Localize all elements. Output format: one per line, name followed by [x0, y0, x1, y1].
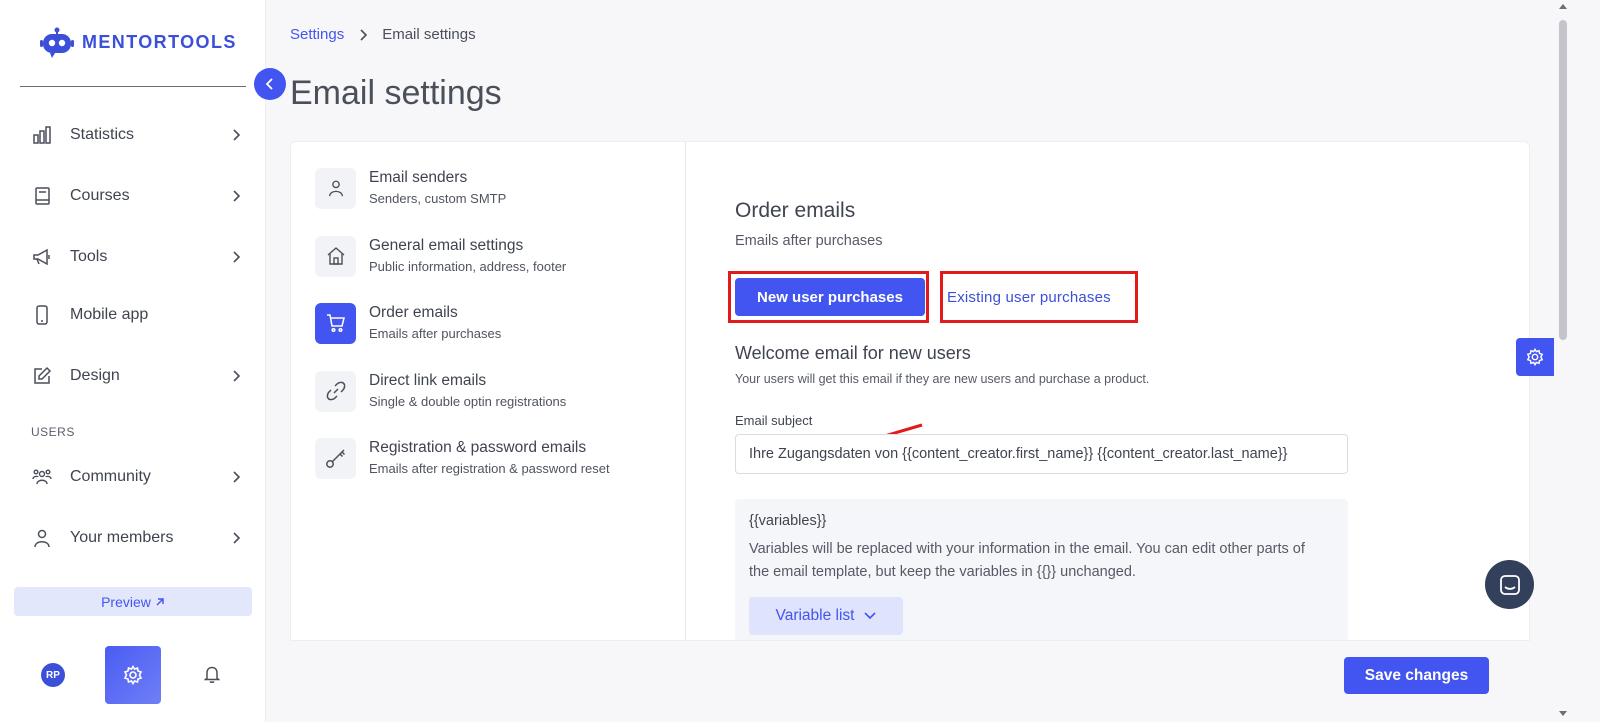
gear-icon	[1526, 348, 1544, 366]
chevron-right-icon	[226, 471, 246, 483]
bar-chart-icon	[20, 125, 64, 145]
chat-widget-button[interactable]	[1485, 560, 1534, 609]
variables-box: {{variables}} Variables will be replaced…	[735, 499, 1348, 640]
book-icon	[20, 186, 64, 206]
sidebar: MENTORTOOLS Statistics Courses Tools Mob…	[0, 0, 266, 722]
sidebar-item-your-members[interactable]: Your members	[20, 518, 246, 558]
community-icon	[20, 467, 64, 487]
menu-item-subtitle: Senders, custom SMTP	[369, 191, 507, 206]
variables-description: Variables will be replaced with your inf…	[749, 541, 1305, 580]
menu-item-title: Registration & password emails	[369, 439, 587, 456]
menu-item-registration-password-emails[interactable]: Registration & password emails Emails af…	[315, 434, 675, 482]
menu-item-title: Email senders	[369, 169, 468, 186]
user-icon	[20, 528, 64, 548]
breadcrumb-settings-link[interactable]: Settings	[290, 26, 344, 43]
link-icon	[315, 370, 356, 412]
megaphone-icon	[20, 247, 64, 267]
menu-item-direct-link-emails[interactable]: Direct link emails Single & double optin…	[315, 367, 675, 415]
menu-item-order-emails[interactable]: Order emails Emails after purchases	[315, 299, 675, 347]
sidebar-item-label: Statistics	[70, 126, 135, 143]
sidebar-item-tools[interactable]: Tools	[20, 237, 246, 277]
sidebar-item-label: Tools	[70, 248, 108, 265]
chevron-right-icon	[226, 370, 246, 382]
chevron-right-icon	[226, 251, 246, 263]
email-subject-label: Email subject	[735, 413, 813, 428]
sidebar-bottom-bar: RP	[0, 642, 266, 722]
robot-logo-icon	[40, 27, 74, 58]
avatar[interactable]: RP	[41, 663, 65, 687]
menu-item-subtitle: Emails after registration & password res…	[369, 461, 610, 476]
cart-icon	[315, 302, 356, 344]
welcome-email-title: Welcome email for new users	[735, 343, 971, 363]
sidebar-item-label: Your members	[70, 529, 174, 546]
tab-new-user-purchases[interactable]: New user purchases	[735, 278, 925, 316]
sidebar-item-courses[interactable]: Courses	[20, 176, 246, 216]
menu-item-email-senders[interactable]: Email senders Senders, custom SMTP	[315, 164, 675, 212]
scroll-down-arrow-icon[interactable]	[1558, 708, 1568, 718]
menu-item-subtitle: Public information, address, footer	[369, 259, 567, 274]
sidebar-divider	[20, 86, 246, 87]
brand-name: MENTORTOOLS	[82, 31, 237, 52]
variable-list-label: Variable list	[775, 607, 855, 624]
mobile-icon	[20, 305, 64, 325]
breadcrumb-current: Email settings	[382, 26, 476, 43]
key-icon	[315, 437, 356, 479]
menu-item-general-email-settings[interactable]: General email settings Public informatio…	[315, 232, 675, 280]
chat-icon	[1499, 574, 1520, 595]
menu-item-title: General email settings	[369, 237, 524, 254]
scrollbar-thumb[interactable]	[1559, 20, 1567, 340]
settings-button[interactable]	[105, 646, 161, 704]
tab-existing-user-purchases[interactable]: Existing user purchases	[947, 278, 1111, 316]
chevron-down-icon	[864, 612, 877, 620]
brand-logo[interactable]: MENTORTOOLS	[40, 26, 237, 58]
bell-icon	[203, 666, 221, 683]
save-changes-button[interactable]: Save changes	[1344, 657, 1489, 694]
external-link-icon	[156, 597, 164, 605]
chevron-right-icon	[226, 190, 246, 202]
sidebar-item-label: Community	[70, 468, 151, 485]
chevron-right-icon	[226, 129, 246, 141]
section-subtitle: Emails after purchases	[735, 233, 883, 249]
floating-settings-button[interactable]	[1516, 338, 1554, 376]
sidebar-item-design[interactable]: Design	[20, 356, 246, 396]
card-divider	[685, 142, 686, 640]
email-subject-input[interactable]	[735, 434, 1348, 474]
sidebar-item-statistics[interactable]: Statistics	[20, 115, 246, 155]
sidebar-item-label: Design	[70, 367, 120, 384]
welcome-email-description: Your users will get this email if they a…	[735, 372, 1150, 386]
chevron-left-icon	[265, 78, 273, 90]
collapse-sidebar-button[interactable]	[254, 68, 286, 100]
section-label-users: USERS	[31, 425, 75, 439]
sidebar-item-label: Mobile app	[70, 306, 149, 323]
order-emails-panel: Order emails Emails after purchases New …	[728, 142, 1435, 640]
page-title: Email settings	[290, 74, 502, 112]
menu-item-subtitle: Emails after purchases	[369, 326, 502, 341]
sidebar-item-label: Courses	[70, 187, 130, 204]
edit-icon	[20, 366, 64, 386]
variable-list-button[interactable]: Variable list	[749, 597, 903, 635]
menu-item-subtitle: Single & double optin registrations	[369, 394, 567, 409]
settings-card: Email senders Senders, custom SMTP Gener…	[290, 141, 1530, 641]
notifications-button[interactable]	[202, 664, 222, 689]
gear-icon	[123, 665, 143, 685]
sidebar-item-mobile-app[interactable]: Mobile app	[20, 295, 246, 335]
sidebar-item-community[interactable]: Community	[20, 457, 246, 497]
preview-button[interactable]: Preview	[14, 587, 252, 616]
section-title: Order emails	[735, 199, 856, 222]
preview-label: Preview	[101, 593, 151, 610]
scroll-up-arrow-icon[interactable]	[1558, 2, 1568, 12]
menu-item-title: Order emails	[369, 304, 458, 321]
home-icon	[315, 235, 356, 277]
variables-title: {{variables}}	[749, 513, 827, 529]
chevron-right-icon	[360, 28, 368, 41]
menu-item-title: Direct link emails	[369, 372, 487, 389]
breadcrumb: Settings Email settings	[290, 26, 476, 43]
chevron-right-icon	[226, 532, 246, 544]
user-icon	[315, 167, 356, 209]
